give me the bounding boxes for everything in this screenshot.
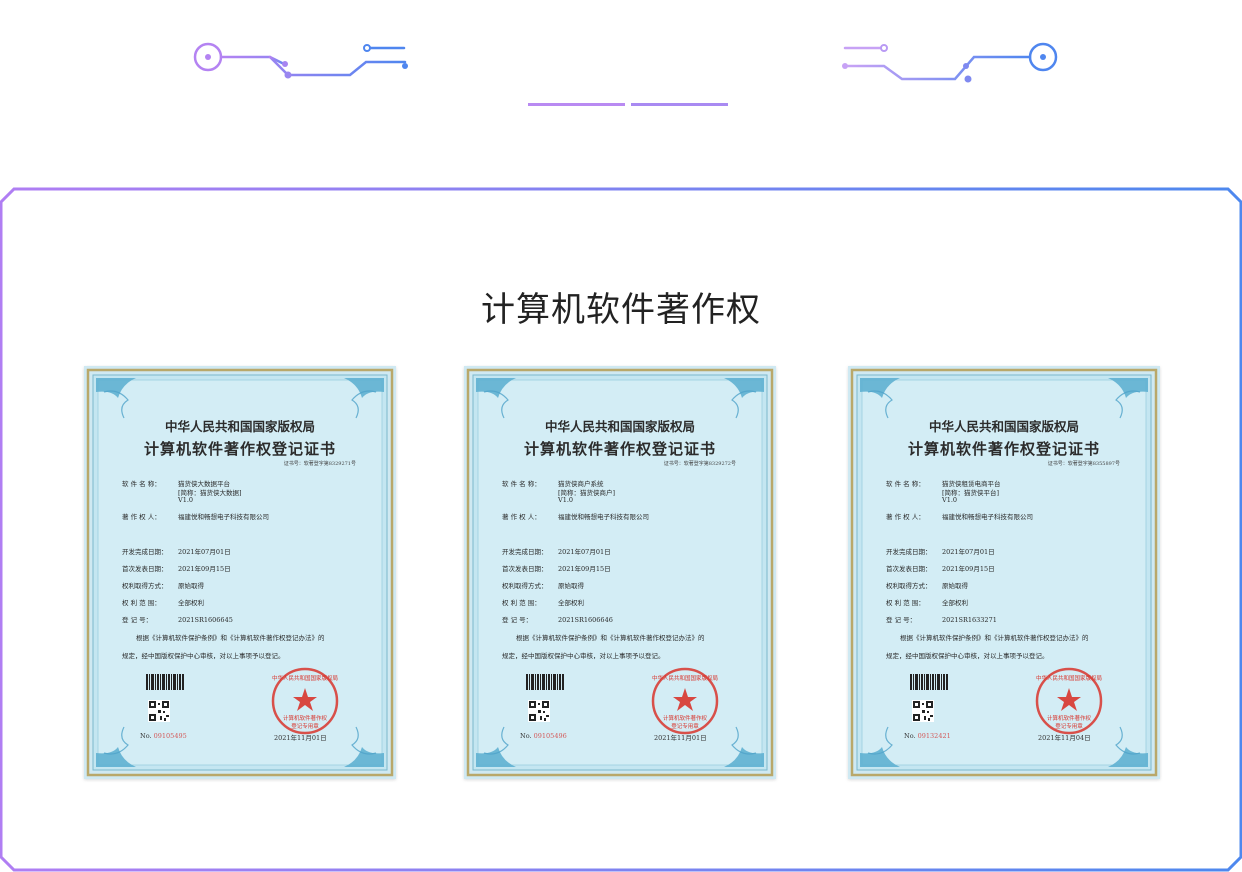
scope-row: 权 利 范 围： 全部权利 xyxy=(122,599,204,607)
dev-date-row: 开发完成日期： 2021年07月01日 xyxy=(502,548,611,556)
pub-date-row: 首次发表日期： 2021年09月15日 xyxy=(502,565,611,573)
certificate-number: 证书号：软著登字第8329272号 xyxy=(663,461,736,467)
owner-row: 著 作 权 人： 福建悦和畅想电子科技有限公司 xyxy=(502,513,649,521)
barcode-icon xyxy=(910,674,948,690)
pub-date-row: 首次发表日期： 2021年09月15日 xyxy=(886,565,995,573)
software-version: V1.0 xyxy=(558,496,574,504)
certificate-number: 证书号：软著登字第8329271号 xyxy=(283,461,356,467)
official-seal-stamp: 中华人民共和国国家版权局 计算机软件著作权 登记专用章 xyxy=(270,666,340,736)
issue-date: 2021年11月04日 xyxy=(1038,734,1091,742)
certificate-image-3: 中华人民共和国国家版权局 计算机软件著作权登记证书 证书号：软著登字第83558… xyxy=(848,366,1160,779)
serial-number: No. 09105496 xyxy=(520,732,567,740)
software-version: V1.0 xyxy=(178,496,194,504)
method-row: 权利取得方式： 原始取得 xyxy=(502,582,584,590)
certificate-statement: 根据《计算机软件保护条例》和《计算机软件著作权登记办法》的 规定，经中国版权保护… xyxy=(886,634,1089,660)
serial-number: No. 09105495 xyxy=(140,732,187,740)
scope-row: 权 利 范 围： 全部权利 xyxy=(886,599,968,607)
serial-number: No. 09132421 xyxy=(904,732,951,740)
pub-date-row: 首次发表日期： 2021年09月15日 xyxy=(122,565,231,573)
section-title: 计算机软件著作权 xyxy=(481,290,761,330)
official-seal-stamp: 中华人民共和国国家版权局 计算机软件著作权 登记专用章 xyxy=(1034,666,1104,736)
method-row: 权利取得方式： 原始取得 xyxy=(122,582,204,590)
scope-row: 权 利 范 围： 全部权利 xyxy=(502,599,584,607)
barcode-icon xyxy=(146,674,184,690)
certificate-image-2: 中华人民共和国国家版权局 计算机软件著作权登记证书 证书号：软著登字第83292… xyxy=(464,366,776,779)
official-seal-stamp: 中华人民共和国国家版权局 计算机软件著作权 登记专用章 xyxy=(650,666,720,736)
barcode-icon xyxy=(526,674,564,690)
certificate-title: 计算机软件著作权登记证书 xyxy=(143,440,336,458)
certificate-issuer: 中华人民共和国国家版权局 xyxy=(544,419,695,434)
owner-row: 著 作 权 人： 福建悦和畅想电子科技有限公司 xyxy=(122,513,269,521)
method-row: 权利取得方式： 原始取得 xyxy=(886,582,968,590)
software-version: V1.0 xyxy=(942,496,958,504)
qr-code-icon xyxy=(148,700,170,722)
issue-date: 2021年11月01日 xyxy=(274,734,327,742)
certificate-issuer: 中华人民共和国国家版权局 xyxy=(928,419,1079,434)
certificate-number: 证书号：软著登字第8355897号 xyxy=(1047,461,1120,467)
dev-date-row: 开发完成日期： 2021年07月01日 xyxy=(886,548,995,556)
certificate-issuer: 中华人民共和国国家版权局 xyxy=(164,419,315,434)
qr-code-icon xyxy=(528,700,550,722)
certificate-image-1: 中华人民共和国国家版权局 计算机软件著作权登记证书 证书号：软著登字第83292… xyxy=(84,366,396,779)
certificate-statement: 根据《计算机软件保护条例》和《计算机软件著作权登记办法》的 规定，经中国版权保护… xyxy=(502,634,705,660)
dev-date-row: 开发完成日期： 2021年07月01日 xyxy=(122,548,231,556)
issue-date: 2021年11月01日 xyxy=(654,734,707,742)
owner-row: 著 作 权 人： 福建悦和畅想电子科技有限公司 xyxy=(886,513,1033,521)
certificate-title: 计算机软件著作权登记证书 xyxy=(907,440,1100,458)
reg-no-row: 登 记 号： 2021SR1633271 xyxy=(886,616,997,624)
reg-no-row: 登 记 号： 2021SR1606646 xyxy=(502,616,613,624)
reg-no-row: 登 记 号： 2021SR1606645 xyxy=(122,616,233,624)
certificate-title: 计算机软件著作权登记证书 xyxy=(523,440,716,458)
qr-code-icon xyxy=(912,700,934,722)
certificate-statement: 根据《计算机软件保护条例》和《计算机软件著作权登记办法》的 规定，经中国版权保护… xyxy=(122,634,325,660)
